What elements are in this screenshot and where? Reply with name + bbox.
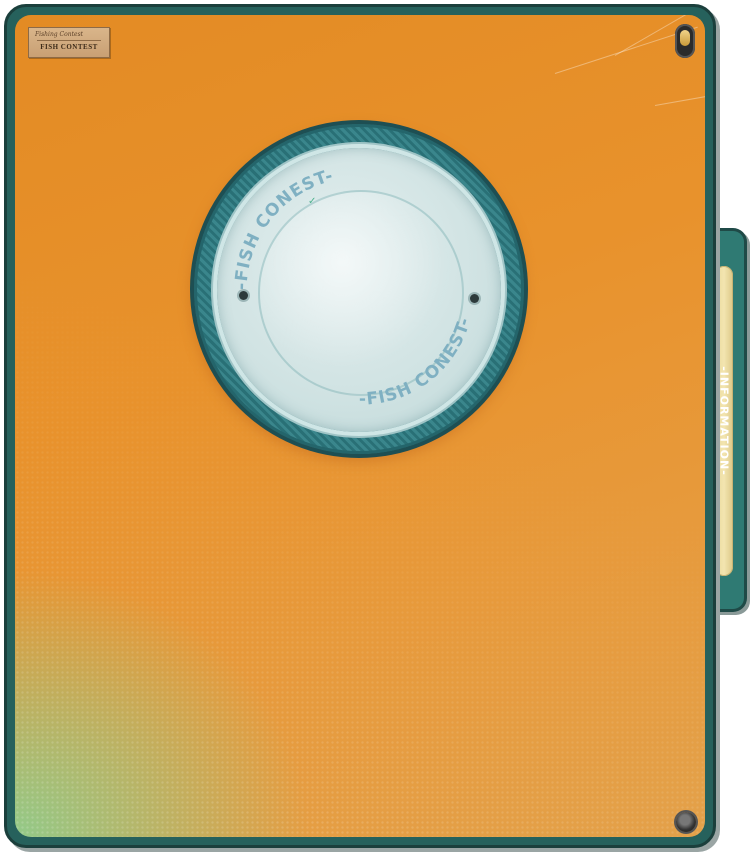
ring-text-top: -FISH CONEST- (232, 166, 336, 290)
toggle-switch-icon[interactable] (675, 24, 695, 58)
ring-text-top-path: -FISH CONEST- (232, 166, 335, 290)
label-title: FISH CONTEST (40, 43, 98, 51)
ring-text-bottom-path: -FISH CONEST- (359, 315, 474, 410)
contest-label-sticker: Fishing Contest FISH CONTEST (28, 27, 110, 58)
information-tab-label[interactable]: -INFORMATION- (718, 366, 731, 476)
toggle-knob[interactable] (680, 30, 690, 46)
game-panel: -INFORMATION- Fishing Contest FISH CONTE… (0, 0, 752, 852)
screw-icon (676, 812, 696, 832)
porthole-ring-text: -FISH CONEST- -FISH CONEST- (232, 166, 475, 410)
label-subtitle: Fishing Contest (35, 31, 84, 38)
ring-text-bottom: -FISH CONEST- (359, 315, 475, 410)
label-divider (37, 40, 101, 41)
